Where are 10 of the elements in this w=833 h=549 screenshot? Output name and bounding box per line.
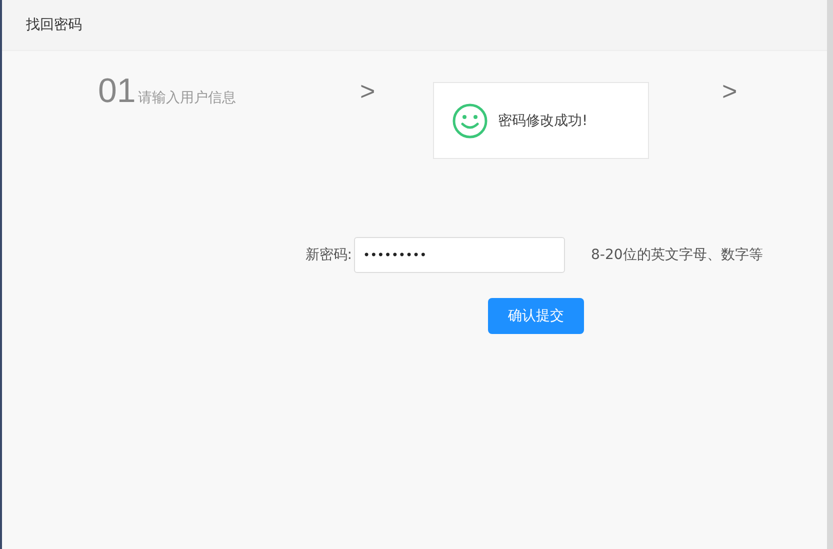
step-arrow: >	[360, 76, 376, 106]
page-title: 找回密码	[26, 16, 82, 34]
step-number: 01	[98, 72, 136, 110]
field-label: 新密码:	[304, 246, 352, 264]
toast-message: 密码修改成功!	[498, 112, 588, 130]
password-field[interactable]: •••••••••	[354, 237, 565, 273]
step-label: 请输入用户信息	[138, 88, 236, 106]
step-arrow: >	[722, 76, 738, 106]
smiley-icon	[452, 102, 488, 138]
field-hint: 8-20位的英文字母、数字等	[591, 246, 763, 264]
